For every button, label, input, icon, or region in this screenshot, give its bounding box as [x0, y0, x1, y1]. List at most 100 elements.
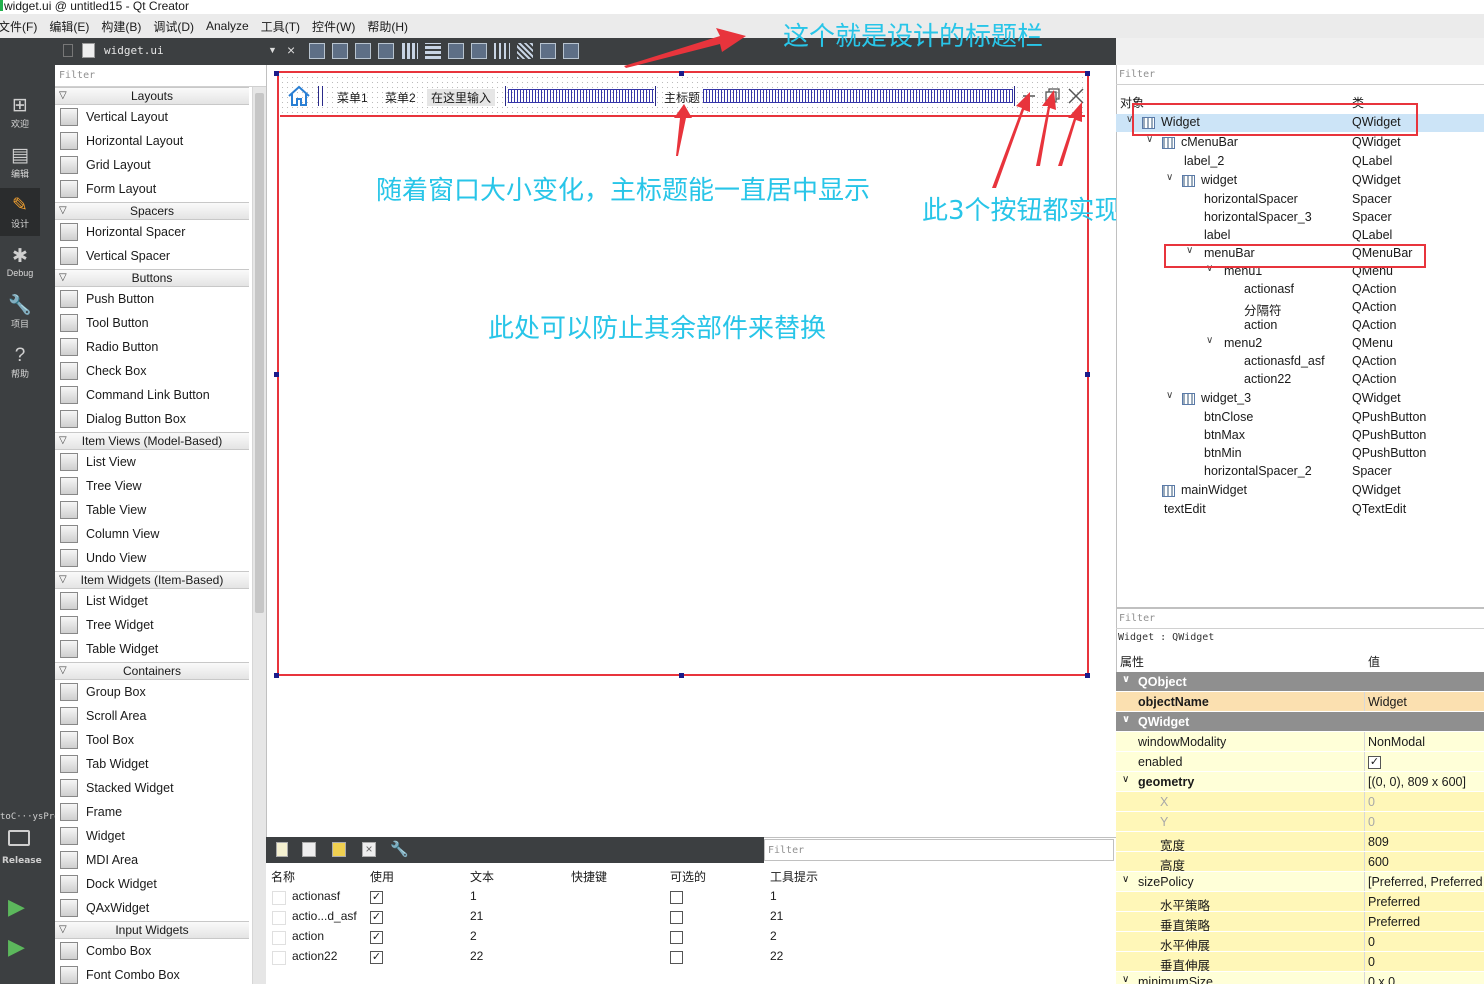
- configure-icon[interactable]: 🔧: [390, 840, 409, 858]
- object-tree-row[interactable]: actionasf QAction: [1116, 281, 1484, 299]
- property-row[interactable]: objectName Widget: [1116, 692, 1484, 712]
- layout-splitter-v-icon[interactable]: [471, 43, 487, 59]
- action-filter-input[interactable]: Filter: [764, 839, 1114, 861]
- widget-item[interactable]: Check Box: [55, 359, 249, 383]
- widget-item[interactable]: Frame: [55, 800, 249, 824]
- widget-item[interactable]: Tab Widget: [55, 752, 249, 776]
- file-dropdown-chevron-icon[interactable]: ▼: [268, 45, 277, 55]
- property-value[interactable]: Preferred: [1368, 895, 1420, 909]
- widget-box-filter-input[interactable]: Filter: [55, 65, 266, 87]
- property-value[interactable]: Preferred: [1368, 915, 1420, 929]
- object-tree-row[interactable]: btnMax QPushButton: [1116, 427, 1484, 445]
- property-column-header[interactable]: 属性: [1120, 653, 1144, 670]
- property-value[interactable]: [Preferred, Preferred: [1368, 875, 1483, 889]
- maximize-icon[interactable]: [1042, 86, 1062, 106]
- action-column-header[interactable]: 可选的: [670, 868, 706, 885]
- action-name[interactable]: actio...d_asf: [292, 909, 357, 923]
- designed-form-widget[interactable]: [277, 71, 1089, 676]
- mode-5[interactable]: ? 帮助: [0, 338, 40, 386]
- object-tree-row[interactable]: label_2 QLabel: [1116, 153, 1484, 171]
- menu-item-menu2[interactable]: 菜单2: [385, 89, 416, 106]
- widget-item[interactable]: Table Widget: [55, 637, 249, 661]
- property-value[interactable]: 809: [1368, 835, 1389, 849]
- property-row[interactable]: 垂直伸展 0: [1116, 952, 1484, 972]
- action-name[interactable]: action22: [292, 949, 337, 963]
- property-row[interactable]: ∨ sizePolicy [Preferred, Preferred: [1116, 872, 1484, 892]
- main-title-label[interactable]: 主标题: [664, 89, 700, 106]
- property-value[interactable]: 0: [1368, 955, 1375, 969]
- layout-horizontal-icon[interactable]: [402, 43, 418, 59]
- menu-0[interactable]: 文件(F): [0, 18, 37, 35]
- property-row[interactable]: windowModality NonModal: [1116, 732, 1484, 752]
- layout-form-icon[interactable]: [494, 43, 510, 59]
- action-column-header[interactable]: 使用: [370, 868, 394, 885]
- edit-widgets-icon[interactable]: [309, 43, 325, 59]
- menu-item-menu1[interactable]: 菜单1: [337, 89, 368, 106]
- property-row[interactable]: 高度 600: [1116, 852, 1484, 872]
- widget-item[interactable]: Table View: [55, 498, 249, 522]
- action-used-checkbox[interactable]: ✓: [370, 951, 383, 964]
- property-row[interactable]: enabled ✓: [1116, 752, 1484, 772]
- enabled-checkbox[interactable]: ✓: [1368, 756, 1381, 769]
- property-row[interactable]: ∨ minimumSize 0 x 0: [1116, 972, 1484, 984]
- action-name[interactable]: action: [292, 929, 324, 943]
- action-used-checkbox[interactable]: ✓: [370, 911, 383, 924]
- category-header[interactable]: ▽ Item Views (Model-Based): [55, 432, 249, 450]
- object-tree-row[interactable]: btnMin QPushButton: [1116, 445, 1484, 463]
- property-row[interactable]: ∨ geometry [(0, 0), 809 x 600]: [1116, 772, 1484, 792]
- object-filter-input[interactable]: Filter: [1116, 65, 1484, 85]
- mode-4[interactable]: 🔧 项目: [0, 288, 40, 336]
- widget-item[interactable]: Vertical Spacer: [55, 244, 249, 268]
- kit-selector[interactable]: toC···ysPro Release: [0, 812, 60, 866]
- resize-handle-t[interactable]: [679, 71, 684, 76]
- object-tree-row[interactable]: ∨ cMenuBar QWidget: [1116, 134, 1484, 152]
- object-tree-row[interactable]: textEdit QTextEdit: [1116, 501, 1484, 519]
- property-row[interactable]: ∨ QWidget: [1116, 712, 1484, 732]
- action-column-header[interactable]: 名称: [271, 868, 295, 885]
- expand-arrow-icon[interactable]: ∨: [1122, 714, 1130, 725]
- widget-item[interactable]: Command Link Button: [55, 383, 249, 407]
- delete-action-icon[interactable]: ×: [362, 842, 376, 857]
- resize-handle-tl[interactable]: [274, 71, 279, 76]
- property-value[interactable]: Widget: [1368, 695, 1407, 709]
- property-row[interactable]: 水平伸展 0: [1116, 932, 1484, 952]
- horizontal-spacer-3[interactable]: [703, 89, 1013, 103]
- action-checkable-checkbox[interactable]: [670, 931, 683, 944]
- category-header[interactable]: ▽ Input Widgets: [55, 921, 249, 939]
- widget-item[interactable]: Font Combo Box: [55, 963, 249, 984]
- property-row[interactable]: 宽度 809: [1116, 832, 1484, 852]
- action-checkable-checkbox[interactable]: [670, 891, 683, 904]
- expand-arrow-icon[interactable]: ∨: [1122, 874, 1129, 885]
- menu-2[interactable]: 构建(B): [101, 18, 141, 35]
- widget-item[interactable]: Combo Box: [55, 939, 249, 963]
- paste-action-icon[interactable]: [332, 842, 346, 857]
- mode-1[interactable]: ▤ 编辑: [0, 138, 40, 186]
- category-header[interactable]: ▽ Item Widgets (Item-Based): [55, 571, 249, 589]
- widget-item[interactable]: Undo View: [55, 546, 249, 570]
- action-tooltip[interactable]: 1: [770, 889, 777, 903]
- property-value[interactable]: 0 x 0: [1368, 975, 1395, 984]
- edit-tab-order-icon[interactable]: [378, 43, 394, 59]
- expand-arrow-icon[interactable]: ∨: [1122, 674, 1130, 685]
- widget-item[interactable]: Form Layout: [55, 177, 249, 201]
- action-used-checkbox[interactable]: ✓: [370, 891, 383, 904]
- widget-item[interactable]: Column View: [55, 522, 249, 546]
- widget-item[interactable]: Tree View: [55, 474, 249, 498]
- action-text[interactable]: 1: [470, 889, 477, 903]
- widget-item[interactable]: MDI Area: [55, 848, 249, 872]
- break-layout-icon[interactable]: [540, 43, 556, 59]
- widget-item[interactable]: Dock Widget: [55, 872, 249, 896]
- object-tree-row[interactable]: horizontalSpacer Spacer: [1116, 191, 1484, 209]
- copy-action-icon[interactable]: [302, 842, 316, 857]
- value-column-header[interactable]: 值: [1368, 653, 1380, 670]
- action-used-checkbox[interactable]: ✓: [370, 931, 383, 944]
- menu-7[interactable]: 帮助(H): [367, 18, 408, 35]
- menu-6[interactable]: 控件(W): [312, 18, 355, 35]
- widget-item[interactable]: Dialog Button Box: [55, 407, 249, 431]
- menu-4[interactable]: Analyze: [206, 19, 249, 33]
- resize-handle-bl[interactable]: [274, 673, 279, 678]
- expand-arrow-icon[interactable]: ∨: [1166, 390, 1173, 401]
- edit-buddies-icon[interactable]: [355, 43, 371, 59]
- category-header[interactable]: ▽ Layouts: [55, 87, 249, 105]
- property-value[interactable]: [(0, 0), 809 x 600]: [1368, 775, 1466, 789]
